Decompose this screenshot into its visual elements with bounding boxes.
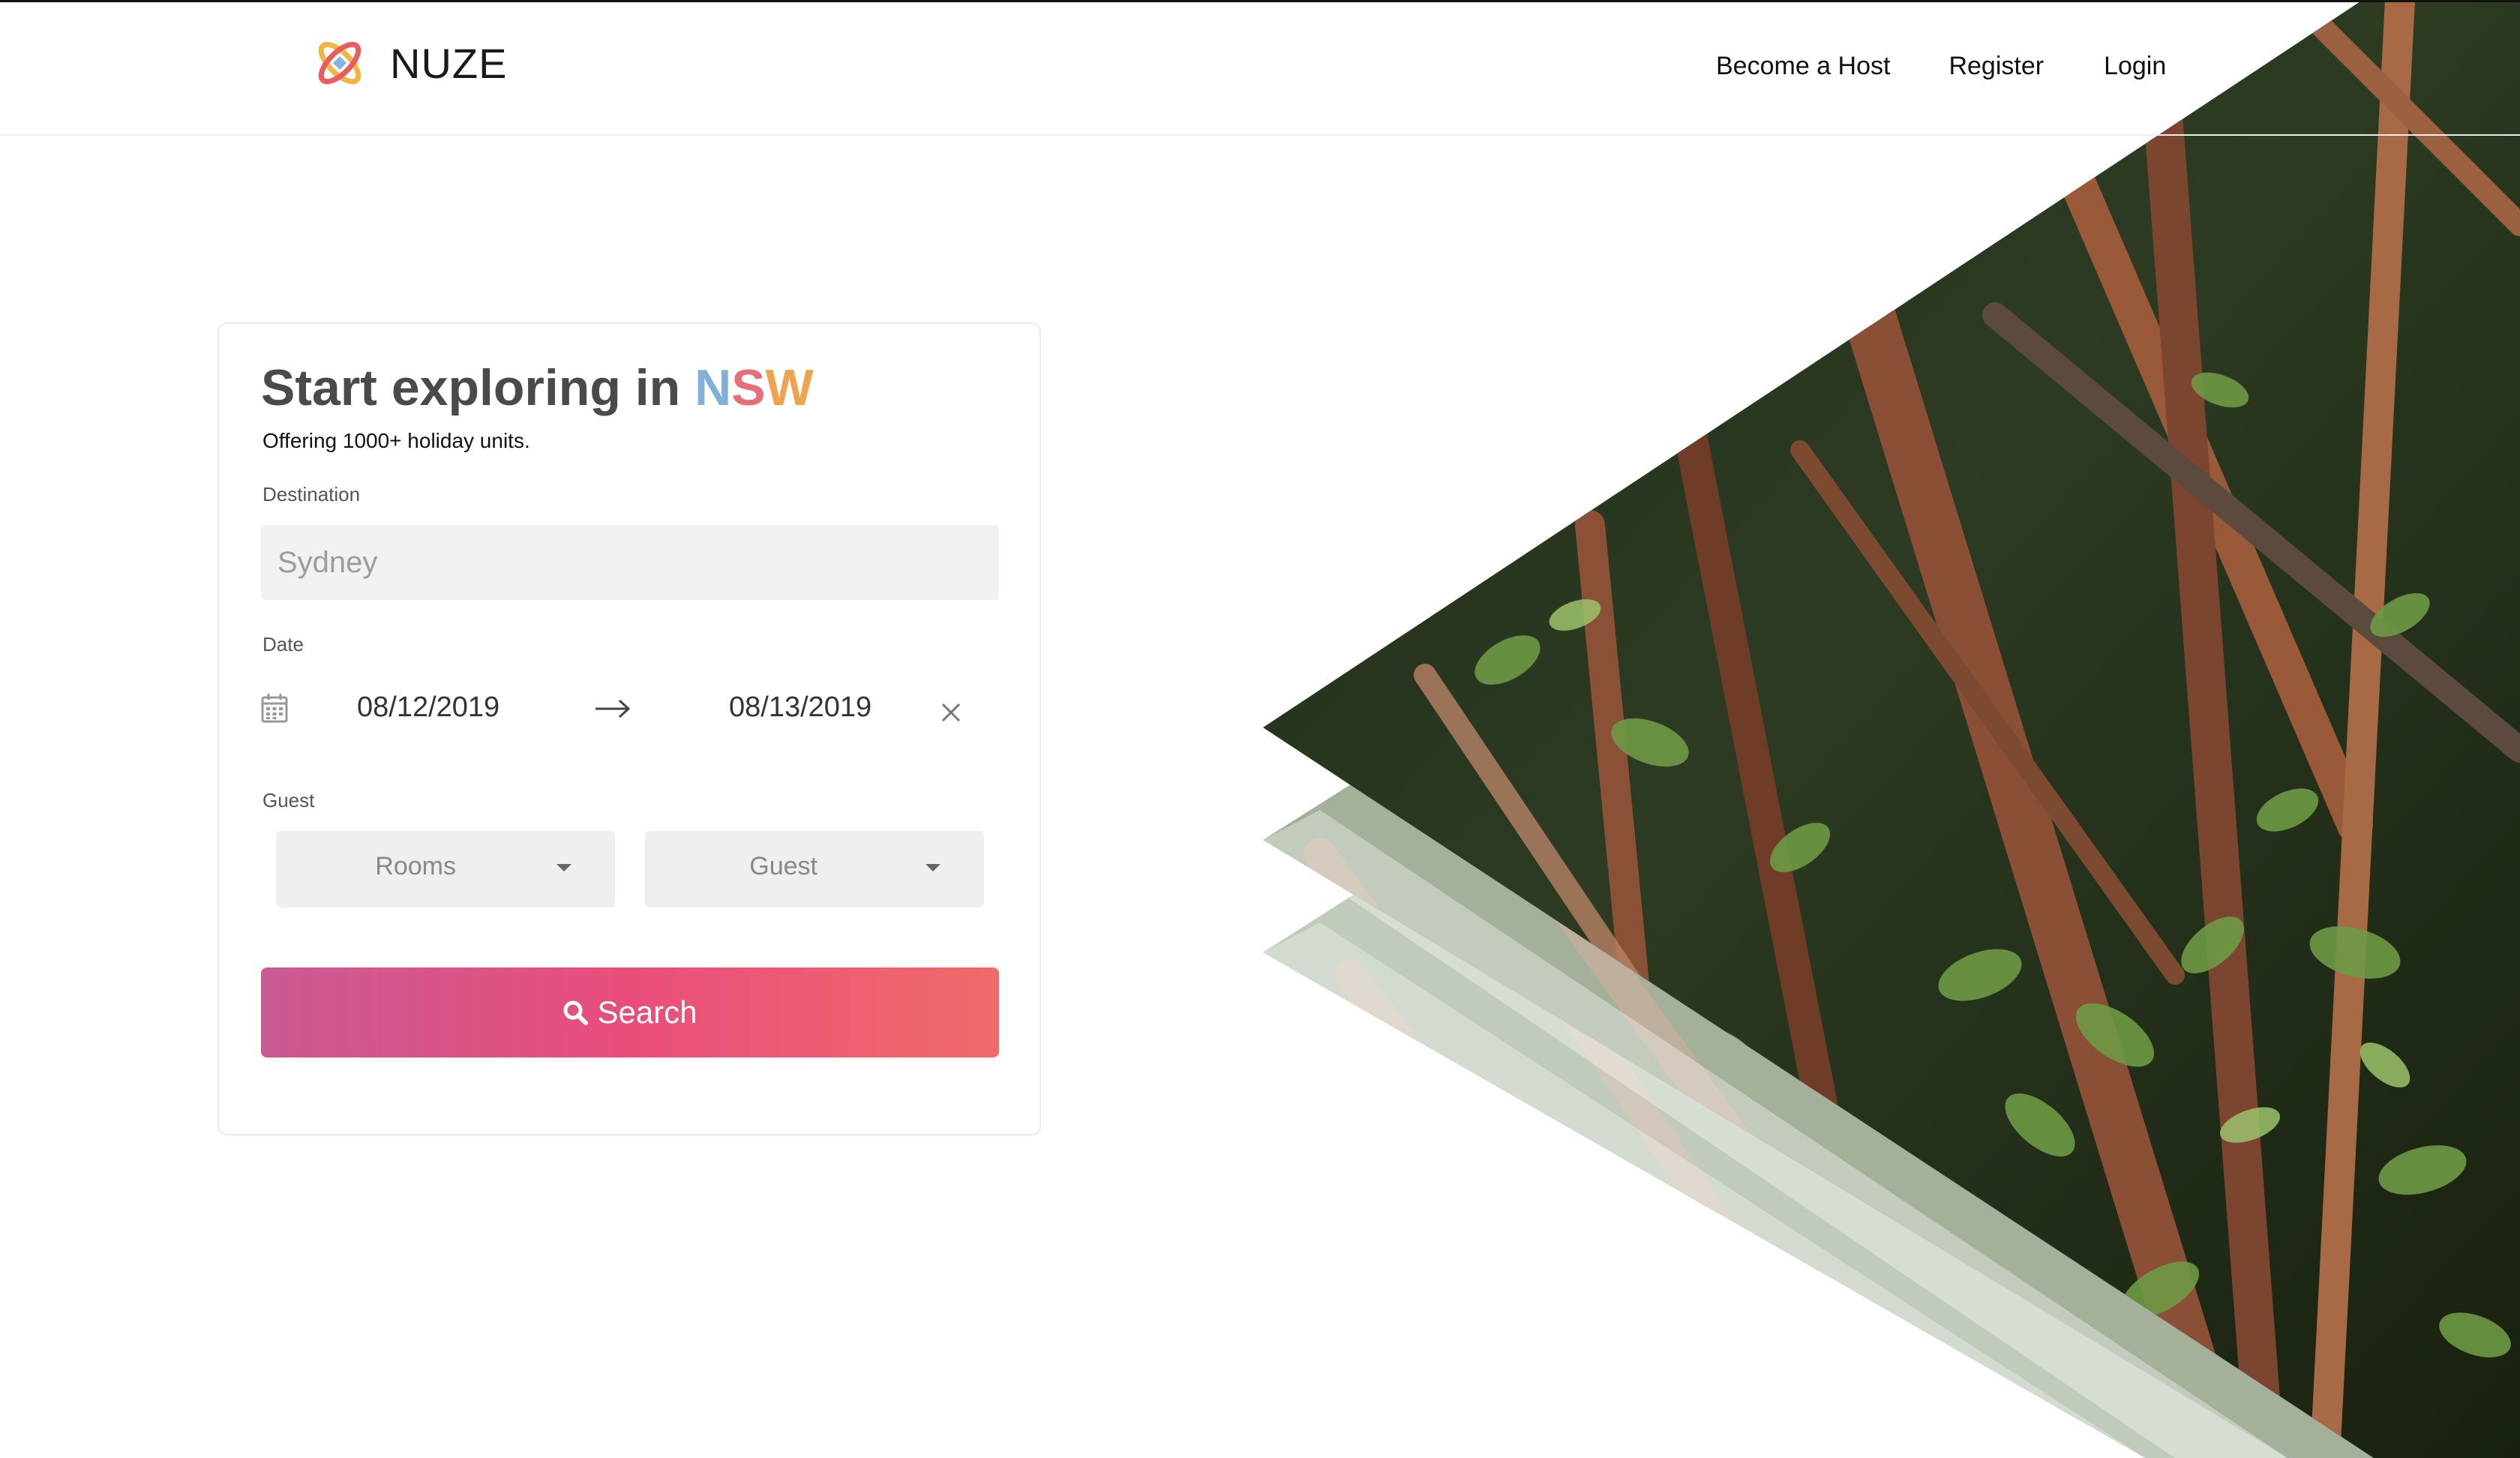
- top-border: [0, 0, 2520, 2]
- atom-logo-icon: [318, 41, 362, 85]
- search-card-title: Start exploring in NSW: [261, 358, 814, 417]
- region-letter-n: N: [694, 359, 732, 416]
- destination-label: Destination: [262, 483, 361, 506]
- date-label: Date: [262, 633, 304, 656]
- guest-select[interactable]: Guest: [645, 831, 984, 908]
- search-button[interactable]: Search: [261, 968, 999, 1058]
- register-link[interactable]: Register: [1948, 52, 2044, 81]
- check-out-date[interactable]: 08/13/2019: [729, 692, 872, 724]
- destination-input[interactable]: [261, 525, 999, 600]
- check-in-date[interactable]: 08/12/2019: [357, 692, 500, 724]
- rooms-select[interactable]: Rooms: [276, 831, 615, 908]
- region-letter-w: W: [765, 359, 814, 416]
- chevron-down-icon: [926, 864, 940, 872]
- search-card-subtitle: Offering 1000+ holiday units.: [262, 429, 530, 452]
- arrow-right-icon: [596, 699, 631, 718]
- login-link[interactable]: Login: [2104, 52, 2166, 81]
- search-card: Start exploring in NSW Offering 1000+ ho…: [218, 322, 1041, 1136]
- main-nav: Become a Host Register Login: [1716, 52, 2166, 81]
- brand-name: NUZE: [390, 39, 508, 87]
- search-button-label: Search: [597, 994, 698, 1030]
- become-a-host-link[interactable]: Become a Host: [1716, 52, 1890, 81]
- guest-label: Guest: [262, 789, 315, 812]
- search-icon: [563, 1000, 589, 1025]
- date-range-picker[interactable]: 08/12/2019 08/13/2019: [261, 687, 999, 732]
- title-prefix: Start exploring in: [261, 359, 695, 416]
- calendar-icon: [261, 694, 288, 723]
- chevron-down-icon: [556, 864, 572, 872]
- brand-logo[interactable]: NUZE: [312, 35, 507, 91]
- rooms-select-value: Rooms: [375, 852, 456, 880]
- top-navbar: NUZE Become a Host Register Login: [0, 2, 2520, 136]
- close-icon[interactable]: [940, 702, 962, 723]
- page: NUZE Become a Host Register Login Start …: [0, 0, 2520, 1458]
- guest-select-value: Guest: [749, 852, 818, 880]
- region-letter-s: S: [731, 359, 766, 416]
- region-highlight: NSW: [694, 359, 814, 416]
